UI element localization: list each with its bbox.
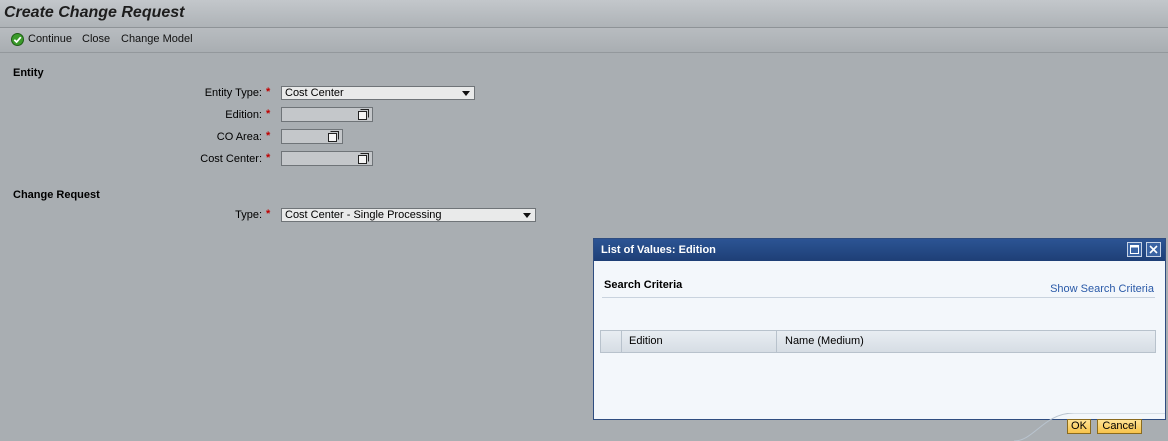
close-icon[interactable] — [1146, 242, 1161, 257]
required-marker: * — [266, 130, 271, 142]
required-marker: * — [266, 208, 271, 220]
chevron-down-icon[interactable] — [462, 91, 470, 96]
maximize-icon[interactable] — [1127, 242, 1142, 257]
dialog-title: List of Values: Edition — [601, 244, 716, 256]
change-request-section-title: Change Request — [13, 189, 100, 201]
column-header-edition[interactable]: Edition — [622, 331, 777, 352]
results-table-header: Edition Name (Medium) — [600, 330, 1156, 353]
search-criteria-title: Search Criteria — [604, 279, 683, 291]
edition-field[interactable] — [281, 107, 373, 122]
dialog-body: Search Criteria Show Search Criteria Edi… — [594, 261, 1165, 441]
cost-center-label: Cost Center: — [200, 153, 262, 165]
entity-type-select[interactable]: Cost Center — [281, 86, 475, 100]
value-help-icon[interactable] — [328, 131, 339, 142]
value-help-icon[interactable] — [358, 153, 369, 164]
required-marker: * — [266, 108, 271, 120]
value-help-icon[interactable] — [358, 109, 369, 120]
required-marker: * — [266, 86, 271, 98]
required-marker: * — [266, 152, 271, 164]
column-header-name-medium[interactable]: Name (Medium) — [778, 331, 1155, 352]
co-area-label: CO Area: — [216, 131, 262, 143]
type-select[interactable]: Cost Center - Single Processing — [281, 208, 536, 222]
change-model-button[interactable]: Change Model — [121, 33, 193, 45]
chevron-down-icon[interactable] — [523, 213, 531, 218]
title-bar: Create Change Request — [0, 0, 1168, 28]
entity-type-label: Entity Type: — [204, 87, 262, 99]
cost-center-field[interactable] — [281, 151, 373, 166]
list-of-values-dialog: List of Values: Edition Search Criteria … — [593, 238, 1166, 441]
co-area-field[interactable] — [281, 129, 343, 144]
cancel-button[interactable]: Cancel — [1097, 419, 1142, 434]
show-search-criteria-link[interactable]: Show Search Criteria — [1050, 283, 1154, 295]
type-label: Type: — [235, 209, 262, 221]
close-button[interactable]: Close — [82, 33, 110, 45]
edition-label: Edition: — [225, 109, 262, 121]
toolbar: Continue Close Change Model — [0, 28, 1168, 53]
entity-section-title: Entity — [13, 67, 44, 79]
dialog-header: List of Values: Edition — [594, 239, 1165, 261]
type-value: Cost Center - Single Processing — [285, 209, 442, 221]
ok-button[interactable]: OK — [1067, 419, 1091, 434]
entity-type-value: Cost Center — [285, 87, 344, 99]
page-title: Create Change Request — [4, 4, 185, 21]
continue-button[interactable]: Continue — [28, 33, 72, 45]
select-all-cell[interactable] — [601, 331, 622, 352]
checkmark-icon[interactable] — [11, 33, 24, 46]
divider — [602, 297, 1155, 298]
